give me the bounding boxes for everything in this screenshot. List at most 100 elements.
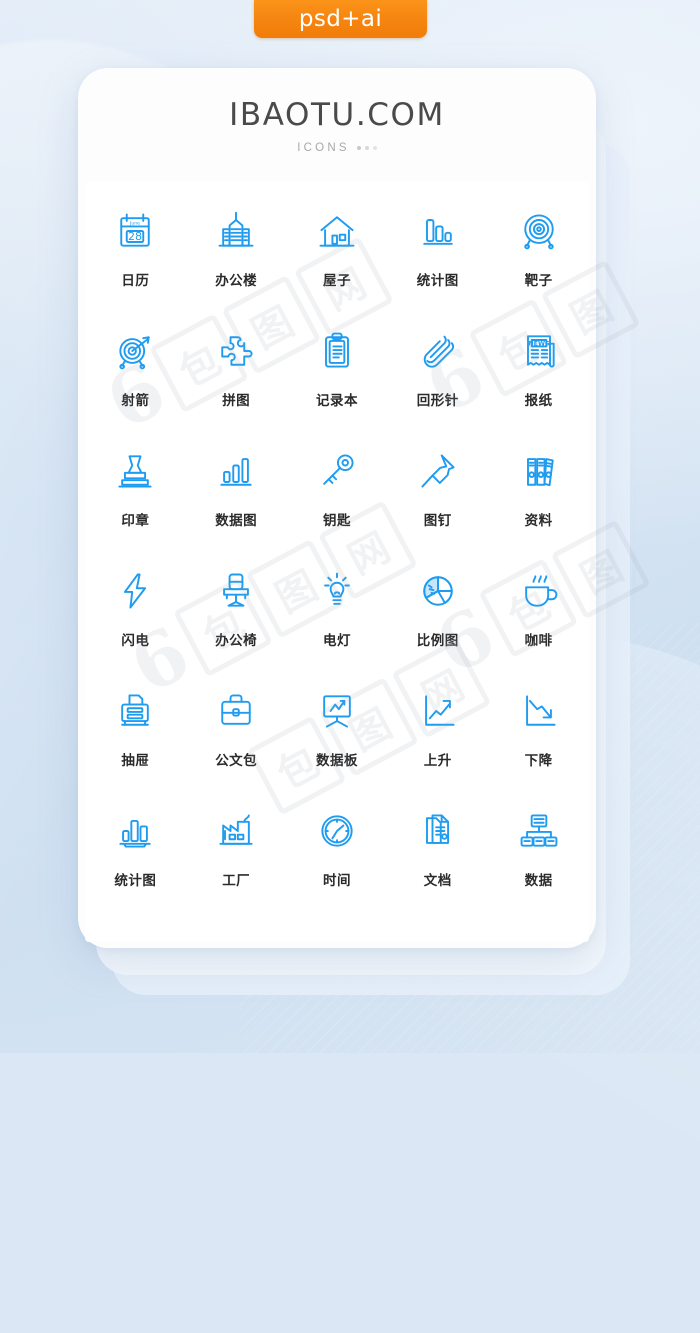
icon-label: 印章	[121, 513, 150, 529]
presentation-board-icon	[314, 686, 360, 736]
paperclip-icon	[415, 326, 461, 376]
icon-label: 回形针	[416, 393, 459, 409]
stamp-icon	[112, 446, 158, 496]
icon-label: 资料	[524, 513, 553, 529]
dot-2	[364, 145, 369, 150]
data-hierarchy-icon	[516, 806, 562, 856]
icon-label: 拼图	[222, 393, 251, 409]
icon-label: 靶子	[524, 273, 553, 289]
icon-label: 图钉	[423, 513, 452, 529]
icon-cell-document-icon[interactable]: 文档	[387, 798, 488, 918]
pushpin-icon	[415, 446, 461, 496]
svg-text:28: 28	[128, 230, 142, 243]
icon-label: 办公楼	[215, 273, 258, 289]
icon-label: 记录本	[315, 393, 358, 409]
puzzle-piece-icon	[213, 326, 259, 376]
page-title: IBAOTU.COM	[229, 96, 445, 133]
target-icon	[516, 206, 562, 256]
icon-cell-bar-chart-icon-2[interactable]: 统计图	[85, 798, 186, 918]
dot-3	[372, 145, 377, 150]
page-subtitle: ICONS	[297, 141, 350, 154]
decorative-dots	[356, 145, 377, 150]
icon-cell-paperclip-icon[interactable]: 回形针	[387, 318, 488, 438]
icon-cell-target-icon[interactable]: 靶子	[488, 198, 589, 318]
bar-graph-icon	[213, 446, 259, 496]
icon-grid-panel: June 28 日历 办公楼 屋子 统计图 靶子 射箭 拼图 记录本 回形针 NEWS 报纸 印章 数据图钥…	[85, 182, 589, 942]
icon-cell-house-icon[interactable]: 屋子	[287, 198, 388, 318]
icon-cell-puzzle-piece-icon[interactable]: 拼图	[186, 318, 287, 438]
icon-cell-lightning-bolt-icon[interactable]: 闪电	[85, 558, 186, 678]
document-icon	[415, 806, 461, 856]
icon-cell-factory-icon[interactable]: 工厂	[186, 798, 287, 918]
briefcase-icon	[213, 686, 259, 736]
svg-text:June: June	[129, 221, 140, 227]
icon-label: 数据	[524, 873, 553, 889]
newspaper-icon: NEWS	[516, 326, 562, 376]
drawer-printer-icon	[112, 686, 158, 736]
icon-cell-stamp-icon[interactable]: 印章	[85, 438, 186, 558]
icon-cell-clipboard-icon[interactable]: 记录本	[287, 318, 388, 438]
icon-cell-presentation-board-icon[interactable]: 数据板	[287, 678, 388, 798]
bar-chart-icon	[415, 206, 461, 256]
ribbon-label: psd+ai	[298, 6, 383, 32]
icon-label: 电灯	[322, 633, 351, 649]
office-building-icon	[213, 206, 259, 256]
icon-cell-calendar-icon[interactable]: June 28 日历	[85, 198, 186, 318]
psd-ai-ribbon: psd+ai	[254, 0, 427, 38]
bar-chart-icon-2	[112, 806, 158, 856]
icon-cell-newspaper-icon[interactable]: NEWS 报纸	[488, 318, 589, 438]
icon-label: 咖啡	[524, 633, 553, 649]
icon-grid: June 28 日历 办公楼 屋子 统计图 靶子 射箭 拼图 记录本 回形针 NEWS 报纸 印章 数据图钥…	[85, 198, 589, 918]
coffee-cup-icon	[516, 566, 562, 616]
icon-label: 射箭	[121, 393, 150, 409]
icon-label: 数据图	[215, 513, 258, 529]
icon-cell-binders-icon[interactable]: 资料	[488, 438, 589, 558]
icon-cell-briefcase-icon[interactable]: 公文包	[186, 678, 287, 798]
icon-cell-bar-chart-icon[interactable]: 统计图	[387, 198, 488, 318]
icon-cell-key-icon[interactable]: 钥匙	[287, 438, 388, 558]
key-icon	[314, 446, 360, 496]
archery-target-arrow-icon	[112, 326, 158, 376]
icon-cell-pie-chart-icon[interactable]: 比例图	[387, 558, 488, 678]
icon-label: 数据板	[315, 753, 358, 769]
icon-label: 屋子	[322, 273, 351, 289]
icon-label: 时间	[322, 873, 351, 889]
icon-cell-data-hierarchy-icon[interactable]: 数据	[488, 798, 589, 918]
icon-label: 日历	[121, 273, 150, 289]
icon-cell-drawer-printer-icon[interactable]: 抽屉	[85, 678, 186, 798]
icon-label: 统计图	[416, 273, 459, 289]
icon-label: 工厂	[222, 873, 251, 889]
icon-cell-coffee-cup-icon[interactable]: 咖啡	[488, 558, 589, 678]
icon-cell-office-chair-icon[interactable]: 办公椅	[186, 558, 287, 678]
factory-icon	[213, 806, 259, 856]
icon-cell-lightbulb-icon[interactable]: 电灯	[287, 558, 388, 678]
icon-cell-pushpin-icon[interactable]: 图钉	[387, 438, 488, 558]
icon-cell-bar-graph-icon[interactable]: 数据图	[186, 438, 287, 558]
icon-cell-clock-icon[interactable]: 时间	[287, 798, 388, 918]
icon-cell-archery-target-arrow-icon[interactable]: 射箭	[85, 318, 186, 438]
binders-icon	[516, 446, 562, 496]
icon-label: 统计图	[114, 873, 157, 889]
subtitle-row: ICONS	[297, 141, 377, 154]
icon-label: 办公椅	[215, 633, 258, 649]
icon-label: 抽屉	[121, 753, 150, 769]
lightbulb-icon	[314, 566, 360, 616]
lightning-bolt-icon	[112, 566, 158, 616]
icon-cell-trend-down-icon[interactable]: 下降	[488, 678, 589, 798]
house-icon	[314, 206, 360, 256]
icon-preview-card: IBAOTU.COM ICONS June 28 日历 办公楼 屋子 统计图 靶子 射箭 拼图记…	[78, 68, 596, 948]
icon-label: 上升	[423, 753, 452, 769]
icon-label: 闪电	[121, 633, 150, 649]
icon-label: 文档	[423, 873, 452, 889]
icon-label: 公文包	[215, 753, 258, 769]
icon-cell-office-building-icon[interactable]: 办公楼	[186, 198, 287, 318]
icon-label: 钥匙	[322, 513, 351, 529]
trend-up-icon	[415, 686, 461, 736]
svg-text:NEWS: NEWS	[528, 340, 550, 348]
icon-cell-trend-up-icon[interactable]: 上升	[387, 678, 488, 798]
card-header: IBAOTU.COM ICONS	[78, 68, 596, 182]
office-chair-icon	[213, 566, 259, 616]
trend-down-icon	[516, 686, 562, 736]
clipboard-icon	[314, 326, 360, 376]
pie-chart-icon	[415, 566, 461, 616]
